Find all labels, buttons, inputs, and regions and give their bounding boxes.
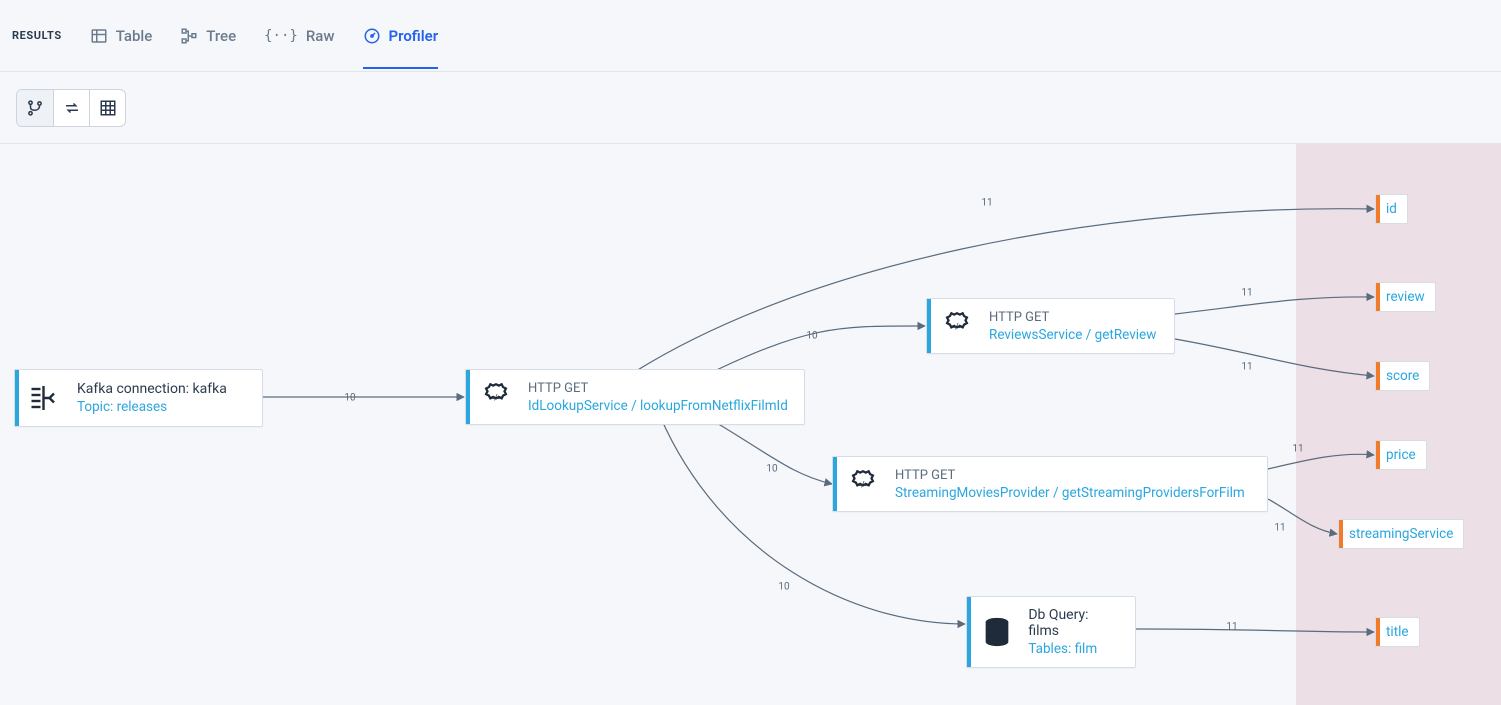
results-label: RESULTS bbox=[12, 29, 62, 42]
node-accent bbox=[1376, 283, 1380, 311]
edge-label: 10 bbox=[344, 393, 355, 404]
output-streamingservice[interactable]: streamingService bbox=[1338, 519, 1464, 549]
table-icon bbox=[90, 27, 108, 45]
node-accent bbox=[1376, 441, 1380, 469]
output-label: title bbox=[1386, 624, 1409, 640]
branch-icon bbox=[26, 99, 44, 117]
view-grid-button[interactable] bbox=[89, 90, 125, 126]
output-label: review bbox=[1386, 289, 1425, 305]
edge-label: 11 bbox=[1292, 444, 1303, 455]
edge-label: 10 bbox=[806, 331, 817, 342]
output-label: id bbox=[1386, 201, 1397, 217]
node-idlookup[interactable]: </> HTTP GET IdLookupService / lookupFro… bbox=[465, 369, 805, 425]
edge-label: 10 bbox=[766, 464, 777, 475]
view-graph-button[interactable] bbox=[17, 90, 53, 126]
profiler-canvas[interactable]: 10 11 10 11 11 10 11 11 10 11 Kafka conn… bbox=[0, 144, 1501, 705]
gear-icon: </> bbox=[476, 380, 516, 414]
node-title: Kafka connection: kafka bbox=[77, 381, 227, 397]
view-sequence-button[interactable] bbox=[53, 90, 89, 126]
edge-label: 11 bbox=[1226, 622, 1237, 633]
node-accent bbox=[466, 370, 470, 424]
output-label: streamingService bbox=[1349, 526, 1453, 542]
toolbar bbox=[0, 72, 1501, 144]
node-accent bbox=[1376, 362, 1380, 390]
tabs: Table Tree {··} Raw Profiler bbox=[90, 3, 438, 69]
node-accent bbox=[1376, 618, 1380, 646]
output-label: price bbox=[1386, 447, 1416, 463]
output-score[interactable]: score bbox=[1375, 361, 1430, 391]
node-reviews[interactable]: </> HTTP GET ReviewsService / getReview bbox=[926, 298, 1175, 354]
node-accent bbox=[1339, 520, 1343, 548]
node-service: ReviewsService / getReview bbox=[989, 327, 1156, 343]
edge-label: 10 bbox=[778, 582, 789, 593]
output-price[interactable]: price bbox=[1375, 440, 1427, 470]
gauge-icon bbox=[363, 27, 381, 45]
svg-text:</>: </> bbox=[951, 322, 964, 332]
tab-profiler-label: Profiler bbox=[389, 27, 439, 45]
node-accent bbox=[15, 370, 19, 426]
node-service: IdLookupService / lookupFromNetflixFilmI… bbox=[528, 398, 788, 414]
edge-label: 11 bbox=[1241, 362, 1252, 373]
kafka-icon bbox=[25, 380, 65, 416]
database-icon bbox=[977, 615, 1016, 649]
node-accent bbox=[927, 299, 931, 353]
tab-tree-label: Tree bbox=[206, 27, 236, 45]
output-id[interactable]: id bbox=[1375, 194, 1408, 224]
edge-label: 11 bbox=[1274, 523, 1285, 534]
node-title: Db Query: films bbox=[1028, 607, 1121, 639]
view-toggle bbox=[16, 89, 126, 127]
tab-raw-label: Raw bbox=[306, 27, 335, 45]
node-method: HTTP GET bbox=[528, 381, 788, 396]
tab-table[interactable]: Table bbox=[90, 3, 153, 69]
tabbar: RESULTS Table Tree {··} Raw Profiler bbox=[0, 0, 1501, 72]
output-title[interactable]: title bbox=[1375, 617, 1420, 647]
gear-icon: </> bbox=[937, 309, 977, 343]
tree-icon bbox=[180, 27, 198, 45]
node-method: HTTP GET bbox=[989, 310, 1156, 325]
node-accent bbox=[833, 457, 837, 511]
gear-icon: </> bbox=[843, 467, 883, 501]
swap-icon bbox=[63, 99, 81, 117]
tab-profiler[interactable]: Profiler bbox=[363, 3, 439, 69]
raw-icon: {··} bbox=[264, 28, 298, 44]
tab-raw[interactable]: {··} Raw bbox=[264, 3, 334, 69]
svg-text:</>: </> bbox=[857, 480, 870, 490]
node-method: HTTP GET bbox=[895, 468, 1245, 483]
tab-tree[interactable]: Tree bbox=[180, 3, 236, 69]
node-subtitle: Topic: releases bbox=[77, 399, 227, 415]
node-accent bbox=[1376, 195, 1380, 223]
node-streaming[interactable]: </> HTTP GET StreamingMoviesProvider / g… bbox=[832, 456, 1268, 512]
edge-label: 11 bbox=[981, 198, 992, 209]
tab-table-label: Table bbox=[116, 27, 153, 45]
node-accent bbox=[967, 597, 971, 667]
svg-text:</>: </> bbox=[490, 393, 503, 403]
node-subtitle: Tables: film bbox=[1028, 641, 1121, 657]
node-kafka[interactable]: Kafka connection: kafka Topic: releases bbox=[14, 369, 263, 427]
node-service: StreamingMoviesProvider / getStreamingPr… bbox=[895, 485, 1245, 501]
grid-icon bbox=[99, 99, 117, 117]
node-dbfilms[interactable]: Db Query: films Tables: film bbox=[966, 596, 1136, 668]
output-review[interactable]: review bbox=[1375, 282, 1436, 312]
edge-label: 11 bbox=[1241, 288, 1252, 299]
output-label: score bbox=[1386, 368, 1419, 384]
